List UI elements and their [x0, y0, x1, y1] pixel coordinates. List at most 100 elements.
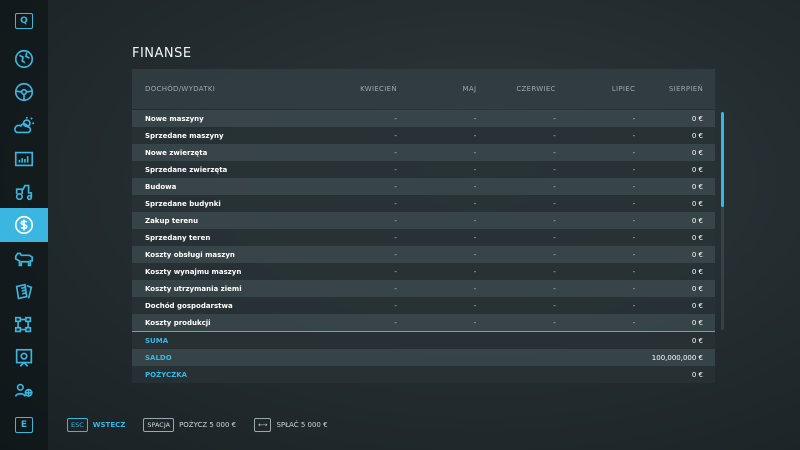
row-value: -: [473, 216, 477, 225]
sidebar-item-map[interactable]: [0, 43, 48, 75]
row-value: 0 €: [691, 284, 703, 293]
table-row[interactable]: Koszty obsługi maszyn - - - - 0 €: [132, 246, 715, 263]
table-row[interactable]: Sprzedane budynki - - - - 0 €: [132, 195, 715, 212]
sidebar-item-production[interactable]: [0, 309, 48, 341]
prev-page-key[interactable]: Q: [15, 13, 33, 29]
sidebar-item-animals[interactable]: [0, 243, 48, 275]
summary-row: SUMA 0 €: [132, 332, 715, 349]
row-value: -: [394, 165, 397, 174]
row-value: 0 €: [691, 182, 703, 191]
table-row[interactable]: Dochód gospodarstwa - - - - 0 €: [132, 297, 715, 314]
row-value: 0 €: [691, 148, 703, 157]
row-value: -: [632, 267, 636, 276]
row-value: -: [632, 233, 636, 242]
row-value: -: [394, 250, 397, 259]
row-value: -: [632, 182, 636, 191]
sidebar-item-weather[interactable]: [0, 110, 48, 142]
table-summary: SUMA 0 € SALDO 100,000,000 € POŻYCZKA 0 €: [132, 332, 715, 383]
prices-chart-icon: [14, 151, 34, 167]
row-label: Sprzedane zwierzęta: [145, 165, 228, 174]
row-value: -: [632, 250, 636, 259]
table-body: Nowe maszyny - - - - 0 € Sprzedane maszyny - - - -…: [132, 110, 715, 331]
weather-icon: [14, 116, 35, 134]
row-value: -: [473, 182, 477, 191]
table-header: DOCHÓD/WYDATKI KWIECIEŃ MAJ CZERWIEC LIP…: [132, 69, 715, 109]
row-value: -: [632, 114, 636, 123]
table-row[interactable]: Zakup terenu - - - - 0 €: [132, 212, 715, 229]
sidebar-item-finances[interactable]: [0, 208, 48, 242]
next-page-key[interactable]: E: [15, 417, 33, 433]
row-value: -: [553, 267, 556, 276]
table-row[interactable]: Sprzedany teren - - - - 0 €: [132, 229, 715, 246]
row-value: -: [553, 216, 556, 225]
table-row[interactable]: Koszty utrzymania ziemi - - - - 0 €: [132, 280, 715, 297]
row-value: -: [473, 165, 477, 174]
vehicles-icon: [15, 184, 33, 201]
table-row[interactable]: Sprzedane zwierzęta - - - - 0 €: [132, 161, 715, 178]
row-value: 0 €: [691, 233, 703, 242]
row-value: 0 €: [691, 165, 703, 174]
row-value: -: [473, 267, 477, 276]
row-label: Koszty wynajmu maszyn: [145, 267, 242, 276]
header-august: SIERPIEŃ: [668, 85, 703, 93]
esc-key-hint[interactable]: ESC: [67, 418, 88, 432]
row-value: -: [553, 131, 556, 140]
row-value: -: [553, 199, 556, 208]
row-label: Koszty utrzymania ziemi: [145, 284, 242, 293]
footer-actions: ESC WSTECZ SPACJA POŻYCZ 5 000 € ⟷ SPŁAĆ…: [67, 418, 346, 432]
finances-icon: [14, 215, 34, 235]
table-row[interactable]: Nowe zwierzęta - - - - 0 €: [132, 144, 715, 161]
row-value: -: [553, 165, 556, 174]
scrollbar-thumb[interactable]: [721, 112, 724, 207]
sidebar-item-prices[interactable]: [0, 143, 48, 175]
borrow-button[interactable]: POŻYCZ 5 000 €: [179, 421, 236, 429]
row-value: -: [394, 233, 397, 242]
row-label: Koszty produkcji: [145, 318, 211, 327]
row-label: Koszty obsługi maszyn: [145, 250, 235, 259]
row-value: -: [394, 216, 397, 225]
table-row[interactable]: Sprzedane maszyny - - - - 0 €: [132, 127, 715, 144]
back-button[interactable]: WSTECZ: [93, 421, 126, 429]
sidebar-item-contracts[interactable]: [0, 276, 48, 308]
repay-button[interactable]: SPŁAĆ 5 000 €: [276, 421, 327, 429]
row-value: -: [394, 284, 397, 293]
page-title: FINANSE: [132, 46, 192, 61]
row-value: 0 €: [691, 199, 703, 208]
row-value: 0 €: [691, 250, 703, 259]
row-value: 0 €: [691, 131, 703, 140]
row-value: -: [394, 301, 397, 310]
header-april: KWIECIEŃ: [360, 85, 397, 93]
table-scrollbar[interactable]: [721, 112, 724, 330]
sidebar-item-garage[interactable]: [0, 176, 48, 208]
table-row[interactable]: Koszty produkcji - - - - 0 €: [132, 314, 715, 331]
row-value: 0 €: [691, 267, 703, 276]
row-value: -: [553, 114, 556, 123]
row-value: -: [473, 199, 477, 208]
sidebar-item-workers[interactable]: [0, 375, 48, 407]
row-label: Dochód gospodarstwa: [145, 301, 233, 310]
table-row[interactable]: Koszty wynajmu maszyn - - - - 0 €: [132, 263, 715, 280]
row-value: -: [473, 114, 477, 123]
row-label: Nowe maszyny: [145, 114, 204, 123]
header-may: MAJ: [462, 85, 477, 93]
row-label: Sprzedane maszyny: [145, 131, 224, 140]
row-value: -: [632, 199, 636, 208]
row-label: Nowe zwierzęta: [145, 148, 208, 157]
row-value: -: [473, 318, 477, 327]
sidebar-item-statistics[interactable]: [0, 342, 48, 374]
table-row[interactable]: Budowa - - - - 0 €: [132, 178, 715, 195]
row-value: -: [394, 318, 397, 327]
row-value: -: [632, 318, 636, 327]
animals-icon: [14, 252, 34, 267]
row-value: -: [394, 114, 397, 123]
sidebar: Q E: [0, 0, 48, 450]
row-value: -: [473, 301, 477, 310]
repay-key-hint[interactable]: ⟷: [254, 418, 272, 432]
table-row[interactable]: Nowe maszyny - - - - 0 €: [132, 110, 715, 127]
row-value: -: [632, 284, 636, 293]
row-label: Sprzedane budynki: [145, 199, 221, 208]
sidebar-item-vehicles[interactable]: [0, 76, 48, 108]
finance-table: DOCHÓD/WYDATKI KWIECIEŃ MAJ CZERWIEC LIP…: [132, 69, 715, 383]
row-value: -: [473, 250, 477, 259]
space-key-hint[interactable]: SPACJA: [143, 418, 175, 432]
